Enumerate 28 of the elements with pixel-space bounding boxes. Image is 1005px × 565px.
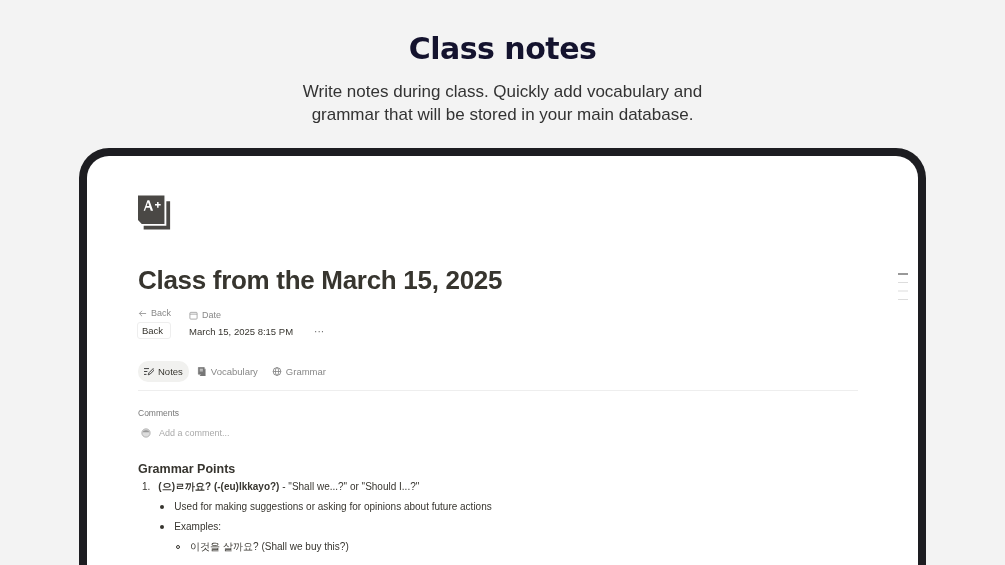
list-item-text: Examples:	[174, 521, 223, 533]
comments-label: Comments	[138, 408, 181, 418]
bullet-icon	[160, 505, 165, 509]
section-heading: Grammar Points	[138, 462, 237, 476]
view-tab[interactable]: Vocabulary	[190, 361, 264, 382]
pen-lines-icon	[144, 367, 154, 376]
arrow-left-icon	[138, 308, 147, 318]
view-tab[interactable]: Notes	[138, 361, 189, 382]
book-icon	[196, 367, 207, 376]
property-label: Back	[138, 308, 171, 318]
list-number: 1.	[142, 481, 151, 494]
calendar-icon	[189, 310, 198, 320]
outline-lines-icon	[898, 273, 908, 301]
list-item-text: Used for making suggestions or asking for opinions about future actions	[174, 501, 492, 513]
avatar-icon	[141, 428, 151, 438]
bullet-icon	[160, 525, 165, 529]
note-title: Class from the March 15, 2025	[138, 265, 504, 296]
property-label: Date	[189, 310, 294, 320]
page-heading: Class notes	[408, 31, 597, 66]
list-item-text: 이것을 살까요? (Shall we buy this?)	[190, 541, 349, 553]
more-button[interactable]: ···	[311, 324, 328, 339]
globe-icon	[271, 367, 282, 376]
relation-chip[interactable]: Back	[137, 322, 171, 339]
list-item-text: (으)ㄹ까요? (-(eu)lkkayo?) - "Shall we...?" or "Should I...?"	[158, 481, 421, 493]
view-tab[interactable]: Grammar	[265, 361, 332, 382]
date-value[interactable]: March 15, 2025 8:15 PM	[189, 324, 294, 339]
grade-book-icon	[138, 195, 172, 232]
page-subtitle: Write notes during class. Quickly add vocabulary and grammar that will be stored in your main database.	[301, 81, 704, 126]
